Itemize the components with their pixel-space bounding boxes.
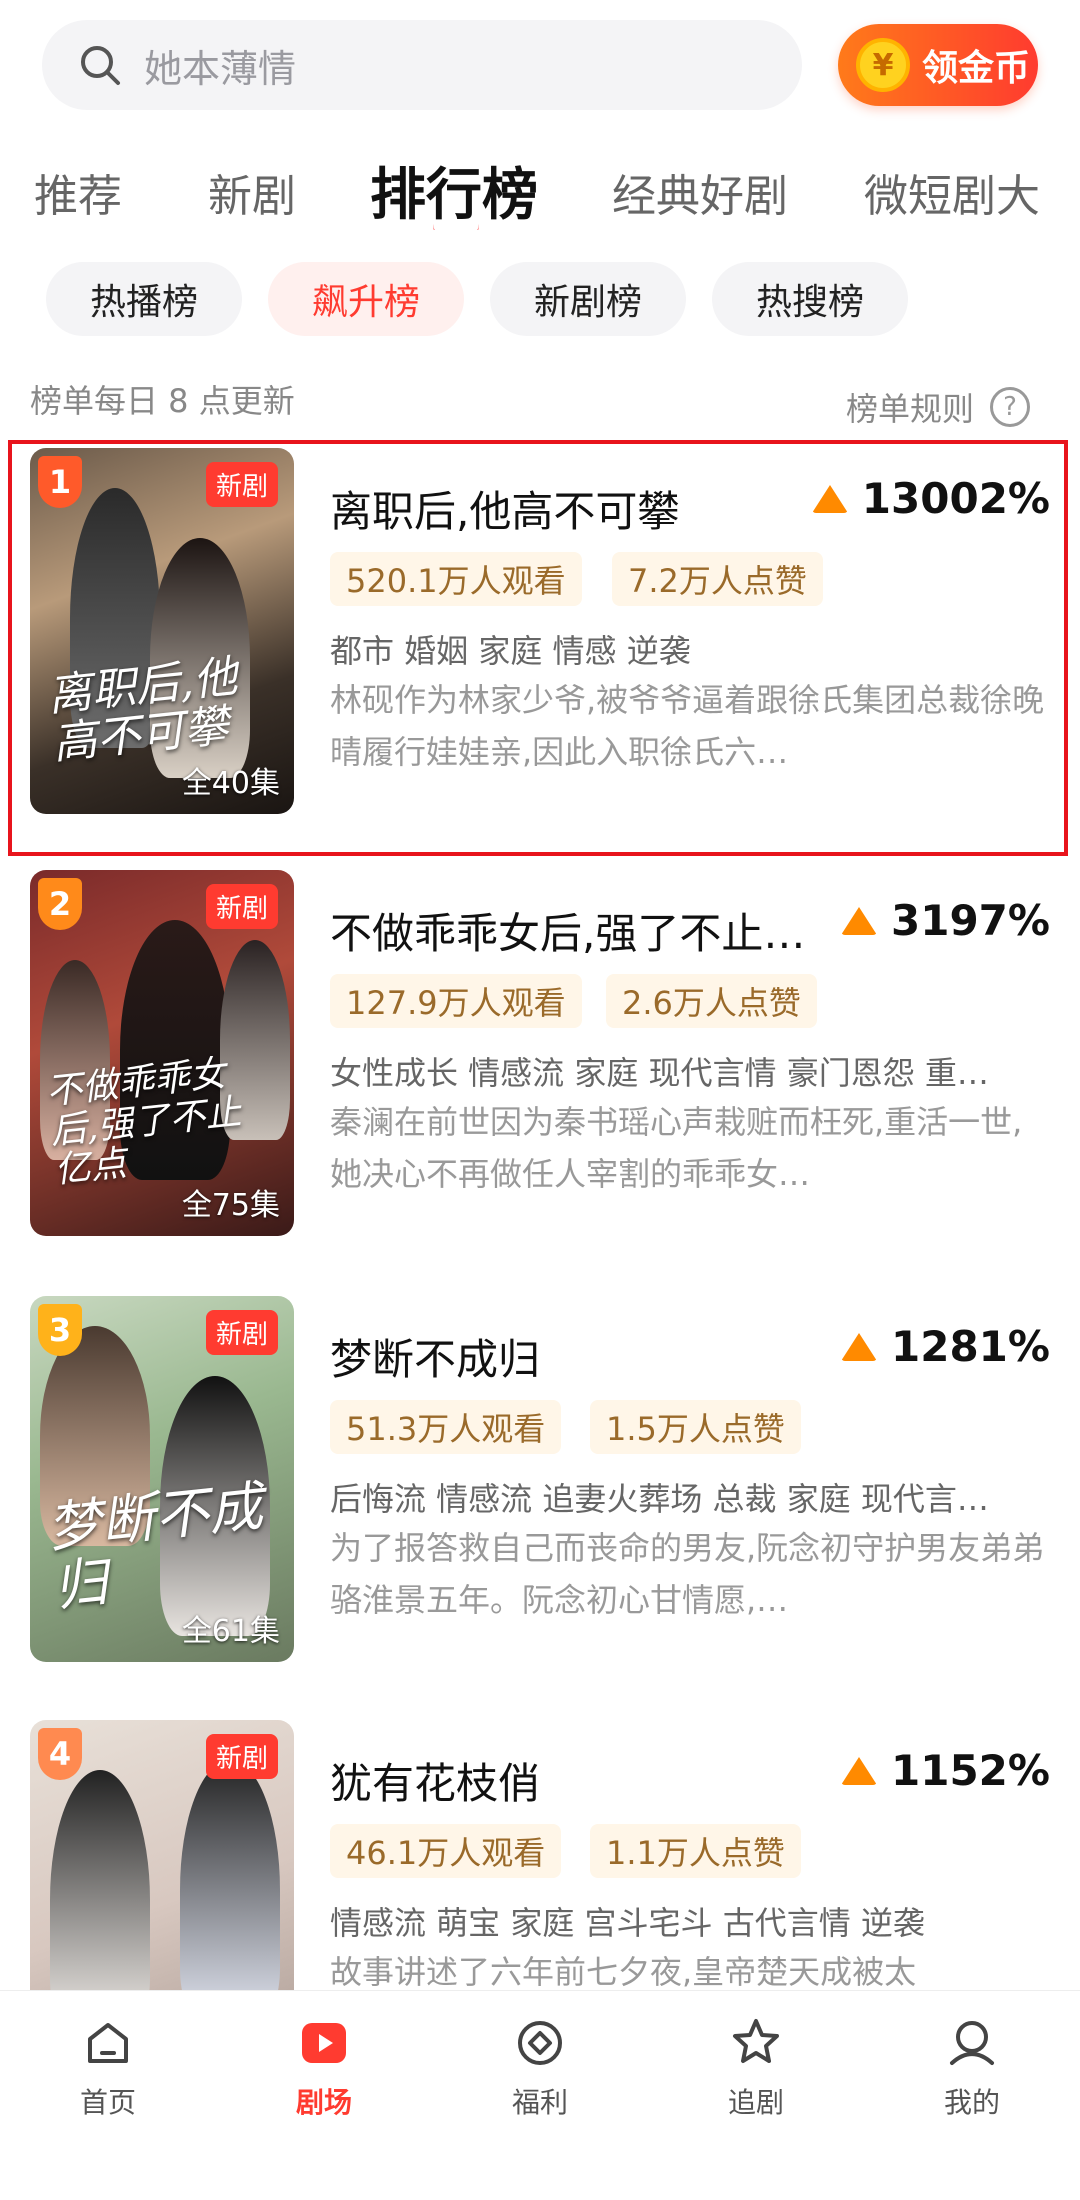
genre-tags: 女性成长 情感流 家庭 现代言情 豪门恩怨 重… (330, 1054, 989, 1092)
genre-tags: 都市 婚姻 家庭 情感 逆袭 (330, 632, 691, 670)
drama-title: 梦断不成归 (330, 1335, 541, 1384)
subtab-new[interactable]: 新剧榜 (490, 262, 686, 336)
coin-icon: ¥ (856, 38, 910, 92)
likes-badge: 1.5万人点赞 (590, 1400, 801, 1454)
category-tabs: 推荐 新剧 排行榜 经典好剧 微短剧大 (0, 150, 1080, 230)
genre-tags: 情感流 萌宝 家庭 宫斗宅斗 古代言情 逆袭 (330, 1904, 925, 1942)
poster[interactable]: 离职后,他高不可攀 1 新剧 全40集 (30, 448, 294, 814)
trend-up-icon (841, 906, 878, 935)
synopsis: 林砚作为林家少爷,被爷爷逼着跟徐氏集团总裁徐晚晴履行娃娃亲,因此入职徐氏六… (330, 681, 1045, 771)
rank-badge: 1 (38, 456, 82, 508)
update-note: 榜单每日 8 点更新 (30, 382, 295, 420)
rules-label: 榜单规则 (845, 390, 974, 428)
play-icon (302, 2023, 346, 2063)
bottom-nav: 首页 剧场 福利 追剧 我的 (0, 1990, 1080, 2200)
help-icon: ? (990, 387, 1030, 427)
trend-percent: 3197% (891, 896, 1050, 945)
views-badge: 51.3万人观看 (330, 1400, 562, 1454)
subtab-rising[interactable]: 飙升榜 (268, 262, 464, 336)
nav-profile[interactable]: 我的 (912, 2013, 1032, 2121)
likes-badge: 7.2万人点赞 (612, 552, 823, 606)
home-icon (88, 2023, 128, 2063)
drama-title: 不做乖乖女后,强了不止… (330, 909, 806, 958)
tab-new[interactable]: 新剧 (208, 160, 296, 224)
drama-title: 犹有花枝俏 (330, 1759, 541, 1808)
nav-rewards[interactable]: 福利 (480, 2013, 600, 2121)
search-bar[interactable]: 她本薄情 (42, 20, 802, 110)
rules-link[interactable]: 榜单规则 ? (846, 384, 1030, 430)
star-icon (733, 2019, 779, 2063)
episode-count: 全75集 (181, 1188, 280, 1223)
poster-title: 不做乖乖女后,强了不止亿点 (44, 1053, 244, 1192)
synopsis: 秦澜在前世因为秦书瑶心声栽赃而枉死,重活一世,她决心不再做任人宰割的乖乖女… (330, 1103, 1023, 1193)
episode-count: 全40集 (181, 766, 280, 801)
likes-badge: 2.6万人点赞 (606, 974, 817, 1028)
episode-count: 全61集 (181, 1614, 280, 1649)
new-tag: 新剧 (205, 884, 278, 929)
trend: 1152% (841, 1746, 1050, 1795)
collect-coins-label: 领金币 (922, 48, 1031, 89)
trend: 1281% (841, 1322, 1050, 1371)
subtab-search[interactable]: 热搜榜 (712, 262, 908, 336)
trend-up-icon (841, 1332, 878, 1361)
views-badge: 127.9万人观看 (330, 974, 582, 1028)
nav-follow[interactable]: 追剧 (696, 2013, 816, 2121)
nav-home-label: 首页 (79, 2086, 136, 2119)
poster[interactable]: 不做乖乖女后,强了不止亿点 2 新剧 全75集 (30, 870, 294, 1236)
genre-tags: 后悔流 情感流 追妻火葬场 总裁 家庭 现代言… (330, 1480, 989, 1518)
synopsis: 为了报答救自己而丧命的男友,阮念初守护男友弟弟骆淮景五年。阮念初心甘情愿,… (330, 1529, 1045, 1619)
nav-home[interactable]: 首页 (48, 2013, 168, 2121)
trend-up-icon (841, 1756, 878, 1785)
rank-badge: 4 (38, 1728, 82, 1780)
trend: 3197% (841, 896, 1050, 945)
rank-badge: 3 (38, 1304, 82, 1356)
nav-profile-label: 我的 (943, 2086, 1000, 2119)
nav-follow-label: 追剧 (727, 2086, 784, 2119)
views-badge: 46.1万人观看 (330, 1824, 562, 1878)
tab-ranking[interactable]: 排行榜 (370, 150, 538, 230)
trend-up-icon (811, 484, 848, 513)
active-tab-indicator (433, 224, 479, 230)
search-icon (81, 46, 120, 85)
poster-title: 梦断不成归 (44, 1474, 266, 1619)
ranking-item-1[interactable]: 离职后,他高不可攀 1 新剧 全40集 离职后,他高不可攀 13002% 520… (0, 440, 1080, 856)
subtab-hot[interactable]: 热播榜 (46, 262, 242, 336)
search-placeholder: 她本薄情 (144, 46, 297, 91)
trend-percent: 13002% (861, 474, 1050, 523)
trend: 13002% (811, 474, 1050, 523)
drama-title: 离职后,他高不可攀 (330, 487, 680, 536)
nav-theater-label: 剧场 (295, 2086, 352, 2119)
views-badge: 520.1万人观看 (330, 552, 582, 606)
profile-icon (950, 2021, 994, 2065)
new-tag: 新剧 (205, 1734, 278, 1779)
tab-classics[interactable]: 经典好剧 (612, 160, 788, 224)
trend-percent: 1152% (891, 1746, 1050, 1795)
likes-badge: 1.1万人点赞 (590, 1824, 801, 1878)
ranking-item-3[interactable]: 梦断不成归 3 新剧 全61集 梦断不成归 1281% 51.3万人观看 1.5… (0, 1296, 1080, 1676)
gift-diamond-icon (518, 2021, 562, 2065)
nav-theater[interactable]: 剧场 (264, 2013, 384, 2121)
tab-micro-drama[interactable]: 微短剧大 (864, 160, 1040, 224)
tab-recommend[interactable]: 推荐 (34, 160, 122, 224)
new-tag: 新剧 (205, 1310, 278, 1355)
poster[interactable]: 梦断不成归 3 新剧 全61集 (30, 1296, 294, 1662)
trend-percent: 1281% (891, 1322, 1050, 1371)
rank-badge: 2 (38, 878, 82, 930)
ranking-item-2[interactable]: 不做乖乖女后,强了不止亿点 2 新剧 全75集 不做乖乖女后,强了不止… 319… (0, 870, 1080, 1250)
new-tag: 新剧 (205, 462, 278, 507)
collect-coins-button[interactable]: ¥ 领金币 (838, 24, 1038, 106)
nav-rewards-label: 福利 (511, 2086, 568, 2119)
